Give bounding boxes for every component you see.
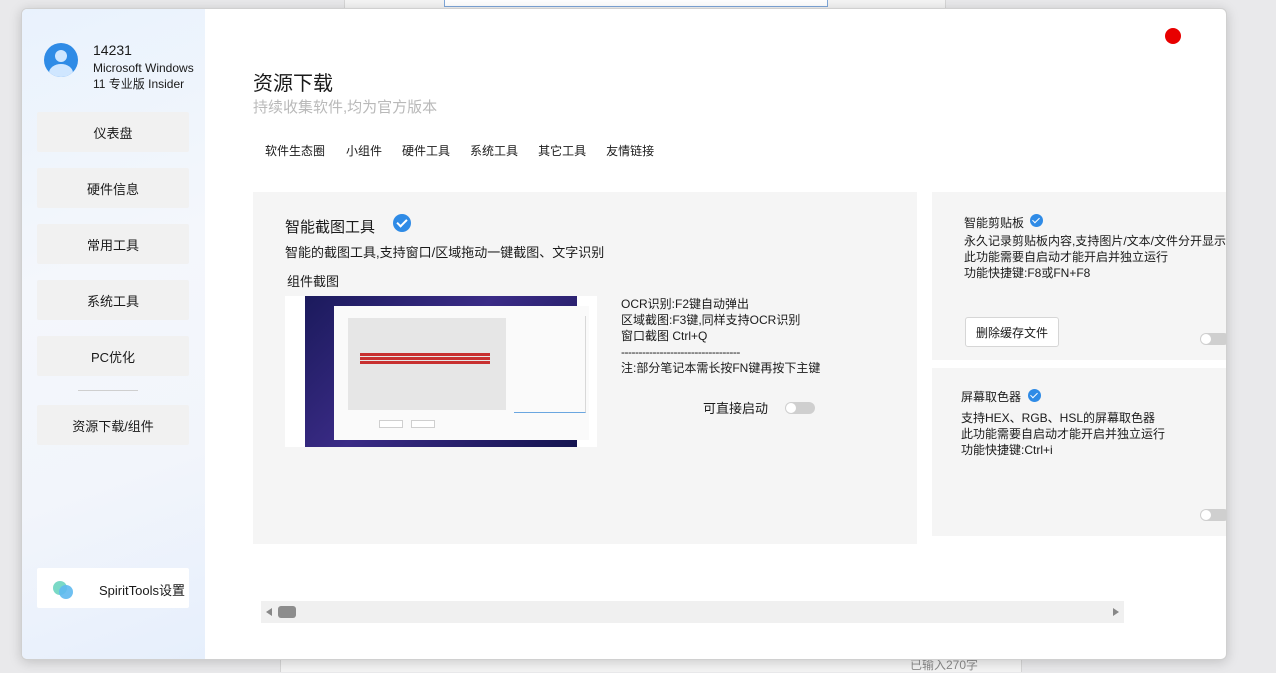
clipboard-card: 智能剪贴板 永久记录剪贴板内容,支持图片/文本/文件分开显示 此功能需要自启动才… — [932, 192, 1226, 360]
tab-widgets[interactable]: 小组件 — [346, 142, 382, 159]
spirit-logo-icon — [53, 579, 75, 599]
clipboard-toggle[interactable] — [1200, 333, 1226, 345]
card-info: OCR识别:F2键自动弹出 区域截图:F3键,同样支持OCR识别 窗口截图 Ct… — [621, 296, 820, 376]
horizontal-scrollbar[interactable] — [261, 601, 1124, 623]
sidebar-item-common-tools[interactable]: 常用工具 — [37, 224, 189, 264]
verified-check-icon — [1030, 214, 1043, 227]
sidebar-item-resources[interactable]: 资源下载/组件 — [37, 405, 189, 445]
description-line: 永久记录剪贴板内容,支持图片/文本/文件分开显示 — [964, 234, 1226, 248]
settings-button[interactable]: SpiritTools设置 — [37, 568, 189, 608]
verified-check-icon — [393, 214, 411, 232]
color-picker-toggle[interactable] — [1200, 509, 1226, 521]
screenshot-tool-card: 智能截图工具 智能的截图工具,支持窗口/区域拖动一键截图、文字识别 组件截图 O… — [253, 192, 917, 544]
user-name: 14231 — [93, 42, 132, 58]
sidebar-item-label: 硬件信息 — [86, 181, 139, 197]
card-description: 智能的截图工具,支持窗口/区域拖动一键截图、文字识别 — [285, 245, 605, 260]
sidebar-item-hardware-info[interactable]: 硬件信息 — [37, 168, 189, 208]
delete-cache-button[interactable]: 删除缓存文件 — [965, 317, 1059, 347]
description-line: 此功能需要自启动才能开启并独立运行 — [961, 427, 1166, 441]
sidebar-item-dashboard[interactable]: 仪表盘 — [37, 112, 189, 152]
tab-hardware-tools[interactable]: 硬件工具 — [402, 142, 450, 159]
info-line: 注:部分笔记本需长按FN键再按下主键 — [621, 361, 821, 375]
sidebar-item-label: 资源下载/组件 — [72, 418, 154, 434]
color-picker-card: 屏幕取色器 支持HEX、RGB、HSL的屏幕取色器 此功能需要自启动才能开启并独… — [932, 368, 1226, 536]
app-window: 14231 Microsoft Windows 11 专业版 Insider 仪… — [21, 8, 1227, 660]
page-title: 资源下载 — [253, 73, 333, 95]
os-name: Microsoft Windows 11 专业版 Insider — [93, 61, 194, 91]
card-title: 智能截图工具 — [285, 219, 376, 236]
description-line: 支持HEX、RGB、HSL的屏幕取色器 — [961, 411, 1156, 425]
verified-check-icon — [1028, 389, 1041, 402]
sidebar: 14231 Microsoft Windows 11 专业版 Insider 仪… — [22, 9, 205, 659]
sidebar-item-pc-optimize[interactable]: PC优化 — [37, 336, 189, 376]
card-subheading: 组件截图 — [287, 274, 340, 289]
tab-software-ecosystem[interactable]: 软件生态圈 — [265, 142, 325, 159]
info-line: ---------------------------------- — [621, 345, 740, 359]
description-line: 功能快捷键:Ctrl+i — [961, 443, 1053, 457]
description-line: 功能快捷键:F8或FN+F8 — [964, 266, 1091, 280]
card-description: 永久记录剪贴板内容,支持图片/文本/文件分开显示 此功能需要自启动才能开启并独立… — [964, 233, 1226, 281]
start-label: 可直接启动 — [703, 401, 769, 416]
scroll-left-icon[interactable] — [266, 608, 272, 616]
card-title: 屏幕取色器 — [961, 390, 1022, 404]
info-line: 窗口截图 Ctrl+Q — [621, 329, 708, 343]
sidebar-item-label: 常用工具 — [86, 237, 139, 253]
settings-label: SpiritTools设置 — [99, 583, 185, 598]
page-subtitle: 持续收集软件,均为官方版本 — [253, 99, 438, 116]
user-avatar-icon — [44, 43, 78, 77]
sidebar-item-label: 系统工具 — [86, 293, 139, 309]
info-line: OCR识别:F2键自动弹出 — [621, 297, 750, 311]
card-title: 智能剪贴板 — [964, 216, 1025, 230]
sidebar-item-label: PC优化 — [90, 349, 136, 365]
background-input — [444, 0, 828, 7]
tab-bar: 软件生态圈 小组件 硬件工具 系统工具 其它工具 友情链接 — [265, 142, 674, 159]
sidebar-divider — [78, 390, 138, 391]
card-description: 支持HEX、RGB、HSL的屏幕取色器 此功能需要自启动才能开启并独立运行 功能… — [961, 410, 1165, 458]
tab-other-tools[interactable]: 其它工具 — [538, 142, 586, 159]
info-line: 区域截图:F3键,同样支持OCR识别 — [621, 313, 801, 327]
scroll-right-icon[interactable] — [1113, 608, 1119, 616]
component-screenshot-image — [285, 296, 597, 447]
tab-system-tools[interactable]: 系统工具 — [470, 142, 518, 159]
scrollbar-thumb[interactable] — [278, 606, 296, 618]
description-line: 此功能需要自启动才能开启并独立运行 — [964, 250, 1169, 264]
sidebar-item-system-tools[interactable]: 系统工具 — [37, 280, 189, 320]
tab-friend-links[interactable]: 友情链接 — [606, 142, 654, 159]
sidebar-item-label: 仪表盘 — [93, 125, 133, 141]
close-icon[interactable] — [1165, 28, 1181, 44]
launch-toggle[interactable] — [785, 402, 815, 414]
